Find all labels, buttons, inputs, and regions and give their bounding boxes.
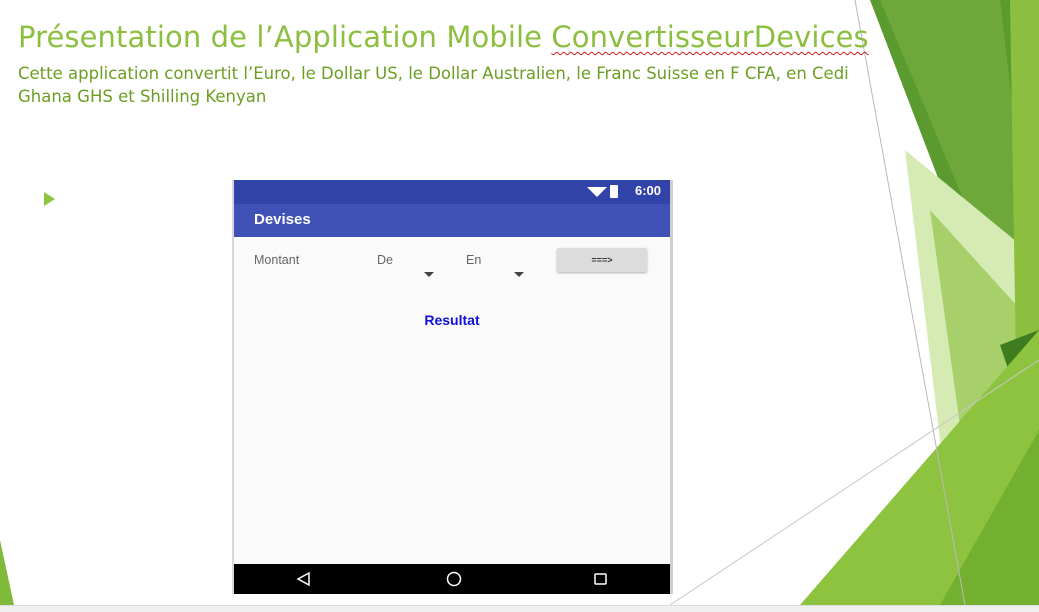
- slide-subtitle: Cette application convertit l’Euro, le D…: [18, 64, 849, 106]
- status-time: 6:00: [634, 183, 661, 198]
- title-app-name: ConvertisseurDevices: [551, 20, 869, 54]
- back-triangle-icon[interactable]: [294, 570, 314, 588]
- result-label: Resultat: [424, 312, 480, 328]
- slide: Présentation de l’Application Mobile Con…: [0, 0, 1039, 612]
- title-prefix: Présentation de l’Application Mobile: [18, 20, 552, 54]
- wifi-icon: [587, 187, 607, 197]
- to-currency-label: En: [466, 253, 482, 267]
- battery-icon: [610, 185, 618, 198]
- app-title: Devises: [254, 211, 311, 228]
- from-currency-label: De: [377, 253, 393, 267]
- from-currency-dropdown-arrow-icon[interactable]: [424, 272, 434, 277]
- triangle-bullet-icon: [44, 192, 55, 206]
- slide-title: Présentation de l’Application Mobile Con…: [18, 20, 869, 54]
- convert-button[interactable]: ===>: [557, 248, 647, 272]
- green-facet-bottom-left: [0, 540, 14, 605]
- phone-screenshot: 6:00 Devises Montant De En ===> Resultat: [232, 180, 673, 594]
- navigation-bar: [234, 564, 670, 594]
- status-bar: 6:00: [234, 180, 670, 204]
- amount-field[interactable]: Montant: [254, 253, 299, 267]
- to-currency-dropdown-arrow-icon[interactable]: [514, 272, 524, 277]
- bottom-strip: [0, 605, 1039, 612]
- recents-square-icon[interactable]: [591, 570, 611, 588]
- home-circle-icon[interactable]: [444, 570, 464, 588]
- app-bar: Devises: [234, 204, 670, 237]
